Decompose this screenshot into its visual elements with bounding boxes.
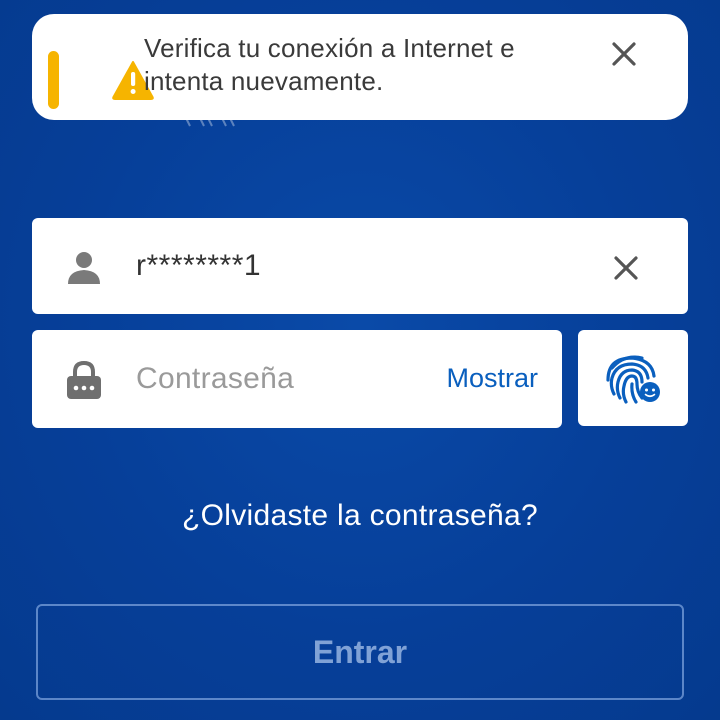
enter-button[interactable]: Entrar [36, 604, 684, 700]
password-placeholder[interactable]: Contraseña [136, 360, 294, 398]
toast-accent-bar [48, 51, 59, 109]
clear-username-icon[interactable] [610, 252, 642, 284]
user-icon [68, 252, 100, 284]
show-password-button[interactable]: Mostrar [446, 360, 538, 396]
connection-error-toast: Verifica tu conexión a Internet e intent… [32, 14, 688, 120]
password-field[interactable]: Contraseña Mostrar [32, 330, 562, 428]
username-field[interactable]: r********1 [32, 218, 688, 314]
username-value[interactable]: r********1 [136, 247, 261, 285]
lock-icon [67, 360, 101, 399]
decorative-marks [185, 117, 235, 127]
fingerprint-icon [606, 355, 660, 404]
close-icon[interactable] [608, 38, 640, 70]
fingerprint-login-button[interactable] [578, 330, 688, 426]
forgot-password-link[interactable]: ¿Olvidaste la contraseña? [0, 496, 720, 536]
toast-message: Verifica tu conexión a Internet e intent… [144, 33, 515, 96]
